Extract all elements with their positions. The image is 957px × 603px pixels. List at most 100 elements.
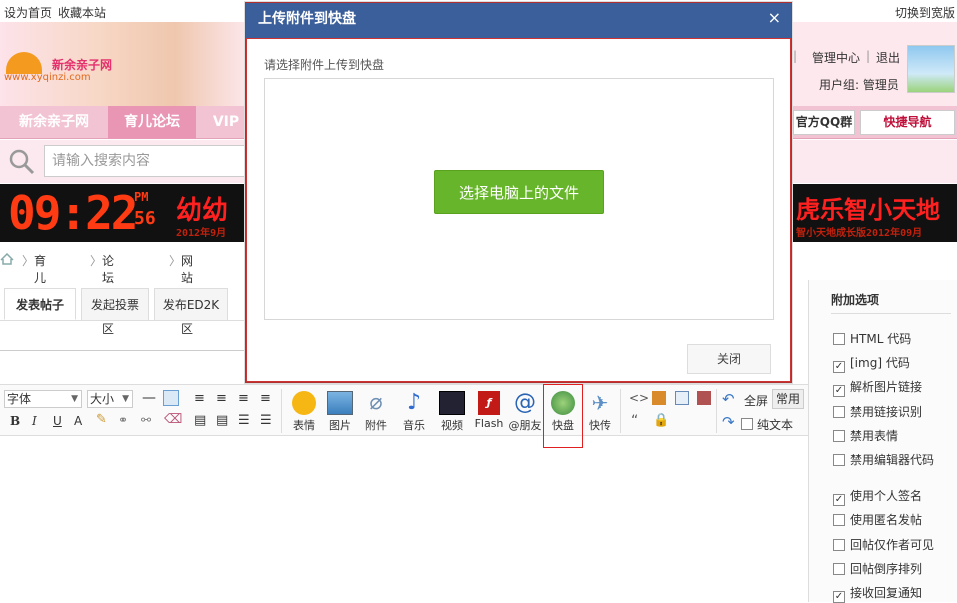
justify-icon[interactable]: ≡	[260, 391, 271, 406]
plain-text-label: 纯文本	[757, 418, 794, 432]
checkbox-checked-icon[interactable]: ✓	[833, 494, 845, 506]
font-color-icon[interactable]: A	[74, 414, 82, 428]
separator: |	[866, 49, 871, 63]
admin-center-link[interactable]: 管理中心	[812, 49, 860, 66]
logout-link[interactable]: 退出	[876, 49, 900, 66]
checkbox-icon[interactable]	[833, 406, 845, 418]
at-friend-button[interactable]: @ @朋友	[505, 385, 545, 437]
option-item[interactable]: ✓ [img] 代码	[833, 354, 910, 373]
nav-tab-forum[interactable]: 育儿论坛	[108, 106, 196, 139]
nav-tab-home[interactable]: 新余亲子网	[0, 106, 108, 139]
clear-format-icon[interactable]: ⌫	[164, 412, 182, 427]
common-button[interactable]: 常用	[772, 389, 804, 409]
music-button[interactable]: ♪ 音乐	[394, 385, 434, 437]
kuaichuan-button[interactable]: ✈ 快传	[580, 385, 620, 437]
align-center-icon[interactable]: ≡	[216, 391, 227, 406]
bold-icon[interactable]: B	[10, 414, 20, 428]
option-item[interactable]: 回帖倒序排列	[833, 560, 922, 577]
option-item[interactable]: 回帖仅作者可见	[833, 536, 934, 553]
checkbox-icon[interactable]	[833, 454, 845, 466]
checkbox-checked-icon[interactable]: ✓	[833, 591, 845, 603]
unordered-list-icon[interactable]: ☰	[260, 413, 272, 428]
divider	[0, 350, 245, 351]
checkbox-icon[interactable]	[833, 430, 845, 442]
font-select[interactable]: 字体 ▼	[4, 390, 82, 408]
link-icon[interactable]: ⚭	[118, 413, 128, 427]
checkbox-checked-icon[interactable]: ✓	[833, 385, 845, 397]
tab-post[interactable]: 发表帖子	[4, 288, 76, 320]
free-icon[interactable]	[652, 391, 666, 405]
option-item[interactable]: HTML 代码	[833, 330, 911, 347]
extra-options-panel: 附加选项 HTML 代码 ✓ [img] 代码 ✓ 解析图片链接 禁用链接识别 禁用表情 禁用…	[808, 280, 957, 603]
quote-icon[interactable]: “	[631, 413, 638, 429]
dialog-title: 上传附件到快盘	[246, 3, 791, 38]
breadcrumb-sep: 〉	[90, 254, 103, 268]
breadcrumb-sep: 〉	[22, 254, 35, 268]
kuaipan-highlight	[543, 384, 583, 448]
at-icon: @	[514, 390, 536, 415]
checkbox-checked-icon[interactable]: ✓	[833, 361, 845, 373]
option-item[interactable]: ✓ 解析图片链接	[833, 378, 922, 397]
chevron-down-icon: ▼	[71, 394, 78, 404]
set-home-link[interactable]: 设为首页	[4, 4, 52, 21]
unlink-icon[interactable]: ⚯	[141, 413, 151, 427]
table-icon[interactable]	[163, 390, 179, 406]
smiley-button[interactable]: 表情	[284, 385, 324, 437]
option-item[interactable]: 使用匿名发帖	[833, 511, 922, 528]
dialog-close-button[interactable]: 关闭	[687, 344, 771, 374]
qq-group-button[interactable]: 官方QQ群	[793, 110, 855, 135]
plain-text-checkbox[interactable]	[741, 418, 753, 430]
choose-file-button[interactable]: 选择电脑上的文件	[434, 170, 604, 214]
option-item[interactable]: 禁用表情	[833, 427, 898, 444]
search-icon[interactable]	[8, 148, 36, 176]
option-label: 使用匿名发帖	[850, 513, 923, 527]
page-icon[interactable]	[675, 391, 689, 405]
lock-icon[interactable]: 🔒	[653, 413, 669, 428]
fullscreen-button[interactable]: 全屏	[744, 392, 768, 409]
led-left-text: 幼幼	[176, 196, 229, 226]
float-left-icon[interactable]: ▤	[194, 413, 206, 428]
quick-nav-button[interactable]: 快捷导航	[860, 110, 955, 135]
close-icon[interactable]: ×	[768, 8, 781, 27]
checkbox-icon[interactable]	[833, 539, 845, 551]
option-label: HTML 代码	[850, 332, 912, 346]
option-item[interactable]: 禁用编辑器代码	[833, 451, 934, 468]
search-input[interactable]: 请输入搜索内容	[44, 145, 254, 177]
option-item[interactable]: ✓ 使用个人签名	[833, 487, 922, 506]
home-icon[interactable]	[0, 253, 14, 265]
option-item[interactable]: 禁用链接识别	[833, 403, 922, 420]
align-right-icon[interactable]: ≡	[238, 391, 249, 406]
checkbox-icon[interactable]	[833, 563, 845, 575]
download-icon[interactable]	[697, 391, 711, 405]
tab-ed2k[interactable]: 发布ED2K	[154, 288, 228, 320]
tool-label: Flash	[474, 417, 504, 430]
flash-button[interactable]: ƒ Flash	[469, 385, 509, 437]
ordered-list-icon[interactable]: ☰	[238, 413, 250, 428]
float-right-icon[interactable]: ▤	[216, 413, 228, 428]
video-button[interactable]: 视频	[432, 385, 472, 437]
tab-poll[interactable]: 发起投票	[81, 288, 149, 320]
editor-textarea[interactable]	[0, 437, 808, 602]
divider	[281, 389, 282, 433]
image-button[interactable]: 图片	[320, 385, 360, 437]
size-select[interactable]: 大小 ▼	[87, 390, 133, 408]
bookmark-link[interactable]: 收藏本站	[58, 4, 106, 21]
switch-wide-link[interactable]: 切换到宽版	[895, 4, 955, 21]
led-time: 09:22	[8, 186, 138, 240]
led-right-text: 虎乐智小天地	[796, 196, 940, 224]
option-label: 禁用表情	[850, 429, 899, 443]
underline-icon[interactable]: U	[53, 414, 62, 428]
highlight-icon[interactable]: ✎	[96, 412, 107, 427]
redo-icon[interactable]: ↷	[722, 413, 735, 431]
checkbox-icon[interactable]	[833, 514, 845, 526]
attachment-button[interactable]: ⌀ 附件	[356, 385, 396, 437]
option-item[interactable]: ✓ 接收回复通知	[833, 584, 922, 603]
avatar[interactable]	[907, 45, 955, 93]
hr-icon[interactable]: —	[142, 390, 156, 406]
code-icon[interactable]: <>	[629, 391, 649, 405]
undo-icon[interactable]: ↶	[722, 390, 735, 408]
align-left-icon[interactable]: ≡	[194, 391, 205, 406]
breadcrumb-sep: 〉	[169, 254, 182, 268]
checkbox-icon[interactable]	[833, 333, 845, 345]
italic-icon[interactable]: I	[32, 414, 37, 428]
